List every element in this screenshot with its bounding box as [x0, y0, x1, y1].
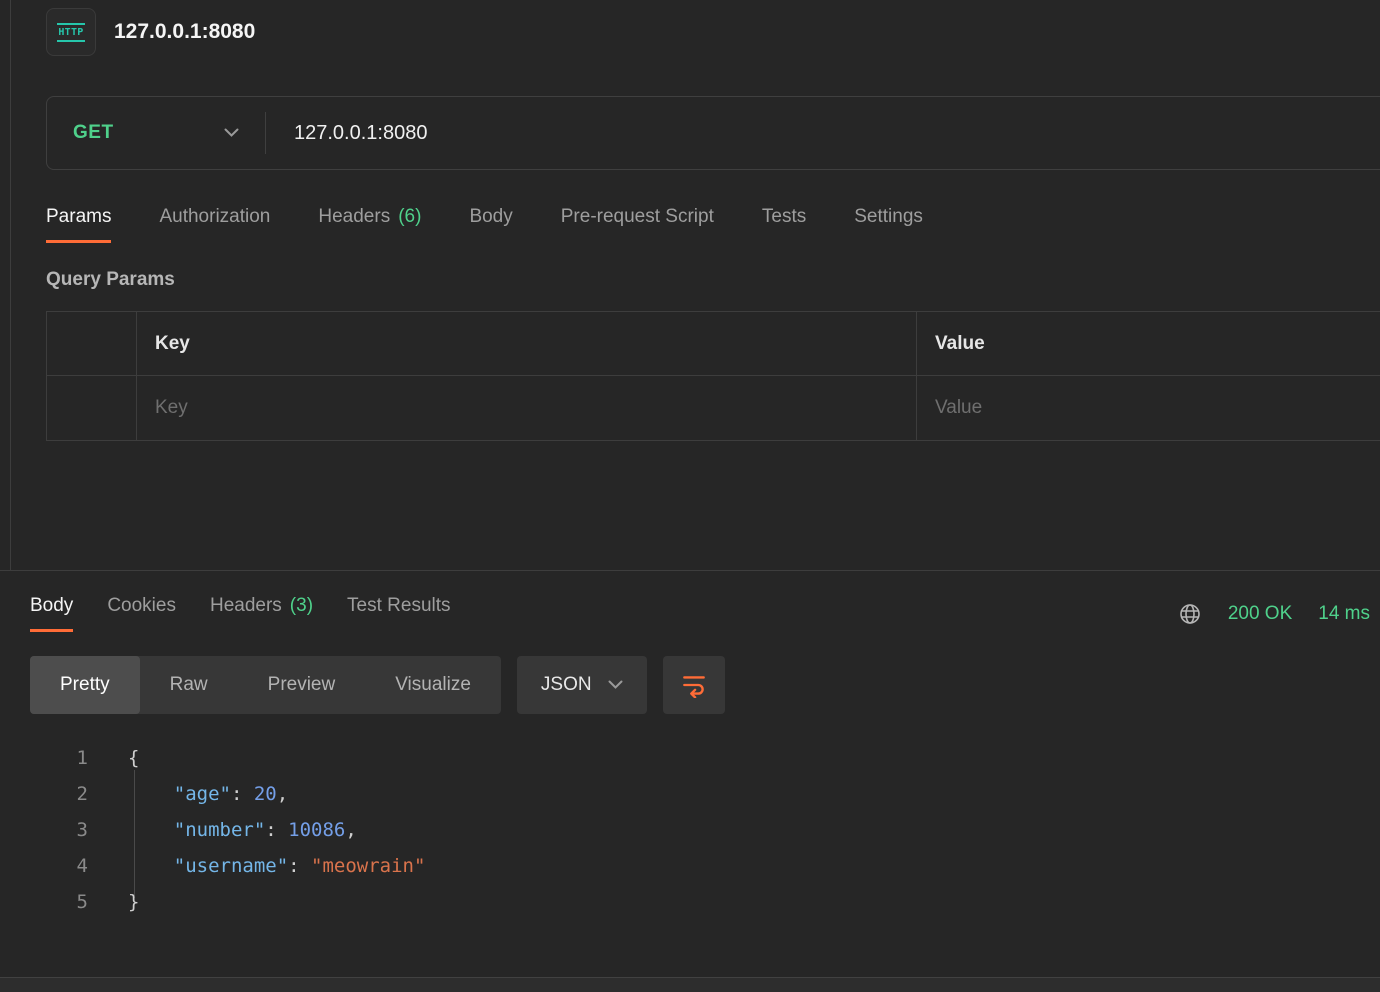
request-tab-body[interactable]: Body [469, 206, 512, 243]
tab-label: Headers [318, 206, 390, 227]
chevron-down-icon [224, 128, 239, 138]
code-line: 4 "username": "meowrain" [30, 848, 1380, 884]
tab-label: Body [469, 206, 512, 227]
url-input[interactable] [266, 97, 1380, 169]
line-number: 5 [30, 891, 88, 913]
tab-count: (6) [398, 206, 421, 227]
method-dropdown[interactable]: GET [47, 97, 265, 169]
tab-label: Headers [210, 595, 282, 616]
response-tabs: Body Cookies Headers (3) Test Results [30, 595, 451, 632]
tab-label: Test Results [347, 595, 450, 616]
code-line-content: { [128, 747, 139, 769]
request-tab-params[interactable]: Params [46, 206, 111, 243]
view-tab-raw[interactable]: Raw [140, 656, 238, 714]
request-title: 127.0.0.1:8080 [114, 20, 255, 44]
code-line-content: } [128, 891, 139, 913]
request-tab-authorization[interactable]: Authorization [159, 206, 270, 243]
chevron-down-icon [608, 680, 623, 690]
tab-label: Cookies [107, 595, 176, 616]
response-body-code: 1{2 "age": 20,3 "number": 10086,4 "usern… [30, 740, 1380, 920]
request-tabs: Params Authorization Headers (6) Body Pre-req… [46, 206, 1380, 243]
response-tab-test-results[interactable]: Test Results [347, 595, 450, 632]
globe-icon [1178, 602, 1202, 626]
line-number: 1 [30, 747, 88, 769]
format-dropdown[interactable]: JSON [517, 656, 647, 714]
line-number: 4 [30, 855, 88, 877]
tab-label: Settings [854, 206, 923, 227]
wrap-lines-icon [680, 672, 708, 698]
response-pane: Body Cookies Headers (3) Test Results 200 OK… [0, 570, 1380, 977]
request-tab-pre-request-script[interactable]: Pre-request Script [561, 206, 714, 243]
response-meta: 200 OK 14 ms [1178, 602, 1370, 626]
tab-label: Authorization [159, 206, 270, 227]
tab-label: Pre-request Script [561, 206, 714, 227]
wrap-lines-button[interactable] [663, 656, 725, 714]
status-bar [0, 977, 1380, 992]
http-request-icon: HTTP [46, 8, 96, 56]
code-line: 2 "age": 20, [30, 776, 1380, 812]
tab-label: Tests [762, 206, 806, 227]
status-badge: 200 OK [1228, 603, 1292, 625]
response-view-bar: PrettyRawPreviewVisualize JSON [30, 656, 1380, 714]
request-url-bar: GET [46, 96, 1380, 170]
code-line-content: "age": 20, [128, 783, 288, 805]
method-label: GET [73, 122, 114, 144]
request-header: HTTP 127.0.0.1:8080 [46, 0, 1380, 56]
response-tab-headers[interactable]: Headers (3) [210, 595, 313, 632]
view-tab-preview[interactable]: Preview [238, 656, 366, 714]
query-params-title: Query Params [46, 269, 1380, 291]
tab-label: Body [30, 595, 73, 616]
code-line: 3 "number": 10086, [30, 812, 1380, 848]
response-view-tabs: PrettyRawPreviewVisualize [30, 656, 501, 714]
view-tab-pretty[interactable]: Pretty [30, 656, 140, 714]
request-tab-headers[interactable]: Headers (6) [318, 206, 421, 243]
network-info-button[interactable] [1178, 602, 1202, 626]
response-tabs-row: Body Cookies Headers (3) Test Results 200 OK… [30, 571, 1380, 632]
request-tab-tests[interactable]: Tests [762, 206, 806, 243]
code-line: 1{ [30, 740, 1380, 776]
response-tab-body[interactable]: Body [30, 595, 73, 632]
tab-label: Params [46, 206, 111, 227]
response-tab-cookies[interactable]: Cookies [107, 595, 176, 632]
code-lines: 1{2 "age": 20,3 "number": 10086,4 "usern… [30, 740, 1380, 920]
param-key-header: Key [137, 312, 917, 376]
request-tab-settings[interactable]: Settings [854, 206, 923, 243]
param-value-header: Value [917, 312, 1380, 376]
line-number: 3 [30, 819, 88, 841]
param-checkbox-cell [47, 376, 137, 440]
param-value-input[interactable]: Value [917, 376, 1380, 440]
line-number: 2 [30, 783, 88, 805]
param-checkbox-header-cell [47, 312, 137, 376]
code-line: 5} [30, 884, 1380, 920]
view-tab-visualize[interactable]: Visualize [365, 656, 501, 714]
code-line-content: "number": 10086, [128, 819, 357, 841]
tab-count: (3) [290, 595, 313, 616]
request-pane: HTTP 127.0.0.1:8080 GET Params Authorizat… [10, 0, 1380, 570]
param-key-input[interactable]: Key [137, 376, 917, 440]
code-line-content: "username": "meowrain" [128, 855, 425, 877]
query-params-table: Key Value Key Value [46, 311, 1380, 441]
response-time: 14 ms [1318, 603, 1370, 625]
format-label: JSON [541, 674, 592, 696]
http-icon-glyph: HTTP [57, 23, 84, 42]
